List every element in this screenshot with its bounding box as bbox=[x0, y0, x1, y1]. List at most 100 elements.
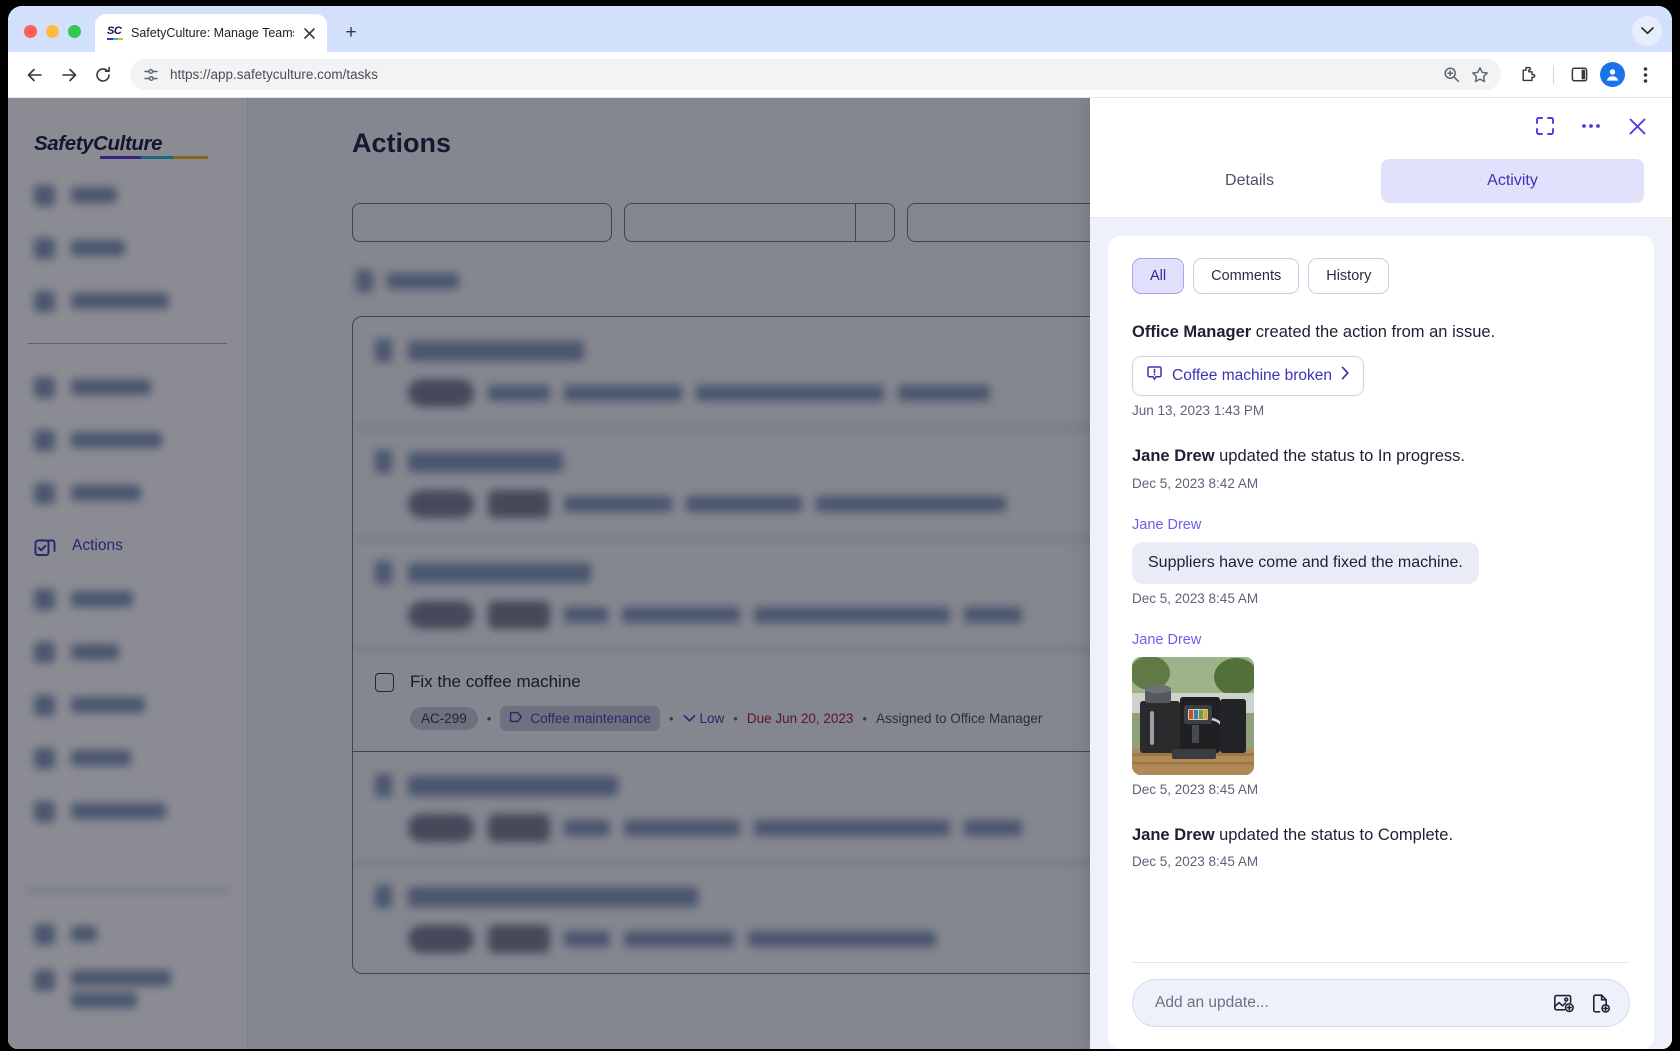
placeholder-icon bbox=[375, 450, 392, 473]
sidebar-item-actions[interactable]: Actions bbox=[26, 529, 229, 563]
add-file-icon[interactable] bbox=[1590, 993, 1611, 1014]
activity-timestamp: Dec 5, 2023 8:42 AM bbox=[1132, 475, 1259, 491]
panel-body: All Comments History Office Manager crea… bbox=[1090, 218, 1672, 1049]
composer: Add an update... bbox=[1132, 962, 1630, 1049]
sidebar-item-placeholder[interactable] bbox=[26, 970, 229, 1008]
sidebar-item-placeholder[interactable] bbox=[26, 231, 229, 265]
placeholder-badge bbox=[408, 925, 474, 953]
tab-close-icon[interactable] bbox=[301, 25, 318, 42]
task-code-badge: AC-299 bbox=[410, 707, 478, 730]
filter-history-button[interactable]: History bbox=[1308, 258, 1390, 294]
activity-entry-text: Jane Drew updated the status to In progr… bbox=[1132, 444, 1630, 469]
sidebar-group-secondary: Actions bbox=[26, 370, 229, 847]
three-dot-menu-icon[interactable] bbox=[1630, 60, 1660, 90]
task-complete-checkbox[interactable] bbox=[375, 672, 394, 692]
linked-issue-chip[interactable]: Coffee machine broken bbox=[1132, 355, 1364, 396]
placeholder-icon bbox=[34, 376, 55, 398]
page-viewport: SafetyCulture Actions Actions Fix the co… bbox=[8, 98, 1672, 1049]
actions-stacked-check-icon bbox=[34, 535, 56, 557]
placeholder-stack bbox=[71, 970, 171, 1008]
tab-details[interactable]: Details bbox=[1118, 159, 1381, 203]
placeholder-label bbox=[71, 240, 125, 256]
placeholder-label bbox=[408, 451, 563, 472]
placeholder-label bbox=[696, 385, 884, 401]
issue-alert-icon bbox=[1146, 365, 1163, 387]
activity-filter-group: All Comments History bbox=[1132, 258, 1630, 294]
filter-all-button[interactable]: All bbox=[1132, 258, 1185, 294]
site-settings-icon[interactable] bbox=[143, 67, 159, 83]
sidebar-item-placeholder[interactable] bbox=[26, 423, 229, 457]
filter-select-toggle[interactable] bbox=[856, 203, 895, 242]
sidebar-item-placeholder[interactable] bbox=[26, 917, 229, 951]
placeholder-label bbox=[408, 340, 584, 361]
comment-author[interactable]: Jane Drew bbox=[1132, 632, 1630, 648]
sidebar-item-placeholder[interactable] bbox=[26, 688, 229, 722]
sidebar-divider bbox=[28, 343, 227, 344]
placeholder-chip bbox=[488, 490, 550, 518]
placeholder-label bbox=[754, 607, 950, 623]
task-priority[interactable]: Low bbox=[683, 711, 724, 726]
linked-issue-label: Coffee machine broken bbox=[1172, 366, 1332, 384]
add-image-icon[interactable] bbox=[1553, 993, 1574, 1014]
activity-actor: Jane Drew bbox=[1132, 825, 1215, 844]
task-tag-chip[interactable]: Coffee maintenance bbox=[500, 706, 660, 731]
zoom-search-icon[interactable] bbox=[1443, 66, 1460, 83]
tab-activity[interactable]: Activity bbox=[1381, 158, 1644, 203]
sidebar-item-placeholder[interactable] bbox=[26, 794, 229, 828]
safetyculture-favicon: SC bbox=[107, 25, 124, 41]
update-input[interactable]: Add an update... bbox=[1155, 994, 1537, 1012]
toolbar-right-actions bbox=[1513, 60, 1660, 90]
activity-timestamp: Dec 5, 2023 8:45 AM bbox=[1132, 781, 1259, 797]
sidebar-item-placeholder[interactable] bbox=[26, 178, 229, 212]
sidebar-item-actions-label: Actions bbox=[72, 537, 123, 554]
activity-actor: Office Manager bbox=[1132, 323, 1252, 341]
more-options-icon[interactable] bbox=[1578, 113, 1604, 139]
minimize-window-button[interactable] bbox=[46, 25, 59, 38]
filter-comments-button[interactable]: Comments bbox=[1193, 258, 1300, 294]
composer-input-wrapper[interactable]: Add an update... bbox=[1132, 979, 1630, 1027]
extensions-puzzle-icon[interactable] bbox=[1513, 60, 1543, 90]
placeholder-icon bbox=[34, 923, 55, 945]
coffee-machine-photo[interactable] bbox=[1132, 656, 1254, 775]
sidebar-item-placeholder[interactable] bbox=[26, 284, 229, 318]
comment-author[interactable]: Jane Drew bbox=[1132, 517, 1630, 533]
maximize-window-button[interactable] bbox=[68, 25, 81, 38]
reload-icon[interactable] bbox=[88, 60, 118, 90]
sidebar-item-placeholder[interactable] bbox=[26, 370, 229, 404]
sidebar-item-placeholder[interactable] bbox=[26, 635, 229, 669]
placeholder-label bbox=[622, 607, 740, 623]
activity-side-panel: Details Activity All Comments History Of… bbox=[1090, 98, 1672, 1049]
meta-separator: • bbox=[486, 711, 492, 726]
close-window-button[interactable] bbox=[24, 25, 37, 38]
side-panel-icon[interactable] bbox=[1564, 60, 1594, 90]
placeholder-label bbox=[624, 931, 734, 947]
placeholder-icon bbox=[375, 885, 392, 908]
filter-select[interactable] bbox=[624, 203, 856, 242]
star-icon[interactable] bbox=[1471, 66, 1489, 84]
profile-avatar-icon[interactable] bbox=[1597, 60, 1627, 90]
task-tag-label: Coffee maintenance bbox=[530, 711, 651, 726]
placeholder-label bbox=[71, 379, 151, 395]
placeholder-icon bbox=[34, 588, 55, 610]
comment-bubble: Suppliers have come and fixed the machin… bbox=[1132, 541, 1479, 584]
activity-entry-comment: Jane Drew Suppliers have come and fixed … bbox=[1132, 517, 1630, 606]
sidebar-item-placeholder[interactable] bbox=[26, 582, 229, 616]
address-bar[interactable]: https://app.safetyculture.com/tasks bbox=[130, 59, 1501, 90]
task-due-date: Due Jun 20, 2023 bbox=[746, 711, 854, 726]
browser-tab[interactable]: SC SafetyCulture: Manage Teams and... bbox=[95, 14, 327, 52]
task-title: Fix the coffee machine bbox=[410, 672, 581, 691]
activity-timestamp: Jun 13, 2023 1:43 PM bbox=[1132, 402, 1265, 418]
filter-search-input[interactable] bbox=[352, 203, 612, 242]
back-arrow-icon[interactable] bbox=[20, 60, 50, 90]
placeholder-label bbox=[964, 607, 1022, 623]
expand-fullscreen-icon[interactable] bbox=[1532, 113, 1558, 139]
new-tab-button[interactable]: + bbox=[337, 19, 365, 47]
sidebar-item-placeholder[interactable] bbox=[26, 741, 229, 775]
activity-timestamp: Dec 5, 2023 8:45 AM bbox=[1132, 590, 1259, 606]
placeholder-chip bbox=[488, 601, 550, 629]
forward-arrow-icon[interactable] bbox=[54, 60, 84, 90]
placeholder-icon bbox=[34, 641, 55, 663]
tab-list-chevron-down-icon[interactable] bbox=[1632, 16, 1662, 46]
sidebar-item-placeholder[interactable] bbox=[26, 476, 229, 510]
close-icon[interactable] bbox=[1624, 113, 1650, 139]
